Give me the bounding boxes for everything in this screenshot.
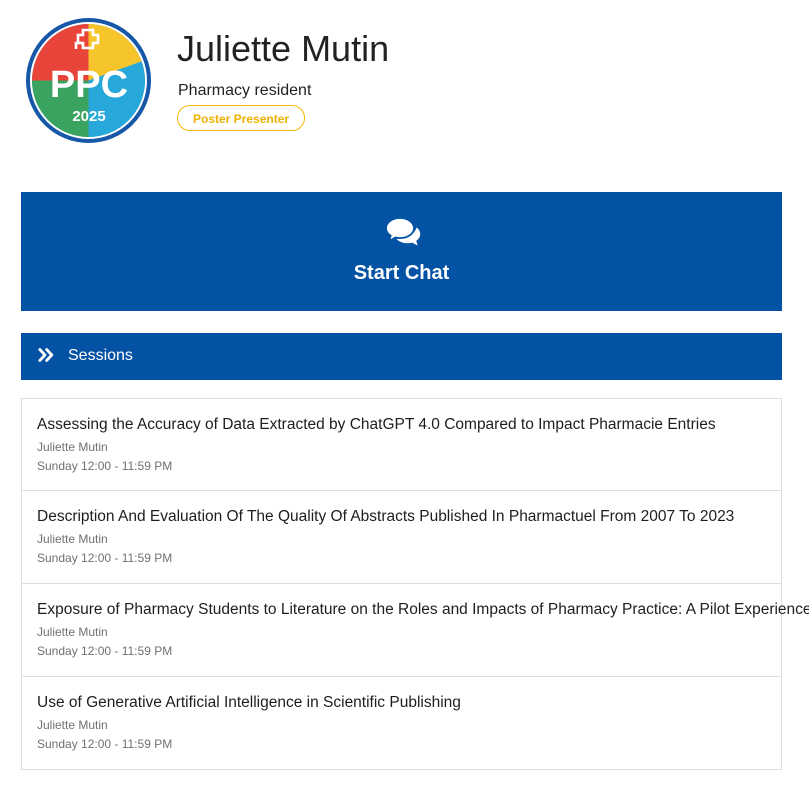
session-speaker: Juliette Mutin [37, 532, 108, 546]
session-item-1[interactable]: Assessing the Accuracy of Data Extracted… [21, 398, 782, 491]
session-speaker: Juliette Mutin [37, 718, 108, 732]
sessions-title: Sessions [68, 347, 133, 364]
profile-name: Juliette Mutin [177, 28, 390, 69]
sessions-header[interactable] [21, 333, 782, 380]
poster-presenter-badge: Poster Presenter [177, 105, 306, 131]
profile-header: PPC 2025 Juliette Mutin Pharmacy residen… [0, 0, 809, 170]
session-title: Exposure of Pharmacy Students to Literat… [37, 601, 809, 618]
session-title: Description And Evaluation Of The Qualit… [37, 508, 735, 525]
session-time: Sunday 12:00 - 11:59 PM [37, 459, 173, 473]
session-speaker: Juliette Mutin [37, 440, 108, 454]
session-time: Sunday 12:00 - 11:59 PM [37, 644, 173, 658]
session-item-3[interactable]: Exposure of Pharmacy Students to Literat… [21, 584, 809, 677]
svg-text:2025: 2025 [72, 108, 105, 125]
start-chat-button[interactable] [21, 192, 782, 311]
session-item-4[interactable]: Use of Generative Artificial Intelligenc… [21, 677, 782, 770]
session-item-2[interactable]: Description And Evaluation Of The Qualit… [21, 491, 782, 584]
double-chevron-right-icon [38, 348, 54, 362]
session-time: Sunday 12:00 - 11:59 PM [37, 737, 173, 751]
session-title: Assessing the Accuracy of Data Extracted… [37, 416, 716, 433]
session-title: Use of Generative Artificial Intelligenc… [37, 694, 461, 711]
ppc-2025-logo: PPC 2025 [26, 18, 151, 143]
profile-role: Pharmacy resident [178, 82, 312, 99]
session-list: Assessing the Accuracy of Data Extracted… [21, 398, 809, 770]
svg-text:PPC: PPC [50, 64, 128, 106]
session-speaker: Juliette Mutin [37, 625, 108, 639]
start-chat-label: Start Chat [353, 262, 450, 284]
session-time: Sunday 12:00 - 11:59 PM [37, 551, 173, 565]
comments-icon [383, 215, 421, 247]
